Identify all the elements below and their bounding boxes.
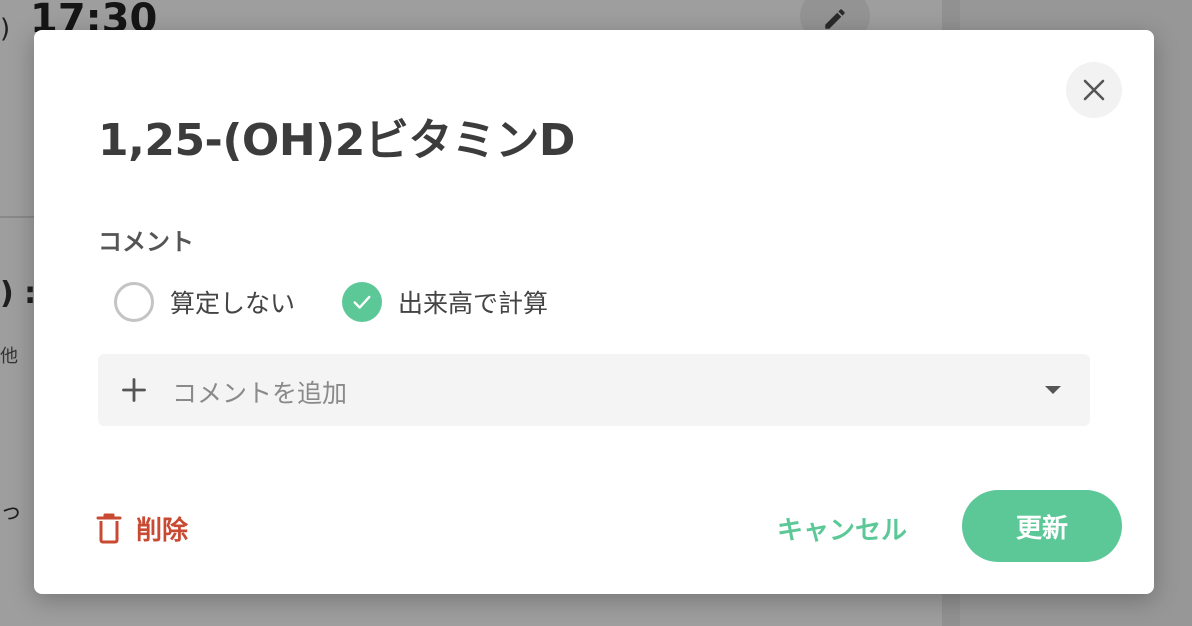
comment-dialog: 1,25-(OH)2ビタミンD コメント 算定しない 出来高で計算 コメントを追…	[34, 30, 1154, 594]
delete-label: 削除	[136, 515, 189, 546]
check-icon	[353, 295, 371, 309]
radio-unchecked[interactable]	[114, 282, 154, 322]
trash-icon	[96, 513, 122, 544]
close-icon	[1083, 79, 1105, 101]
delete-button[interactable]: 削除	[96, 506, 188, 550]
option-fee-for-service[interactable]: 出来高で計算	[342, 282, 548, 322]
option-label: 算定しない	[170, 289, 296, 318]
close-button[interactable]	[1066, 62, 1122, 118]
add-comment-placeholder: コメントを追加	[172, 379, 348, 408]
cancel-button[interactable]: キャンセル	[762, 506, 922, 550]
radio-checked[interactable]	[342, 282, 382, 322]
update-button[interactable]: 更新	[962, 490, 1122, 562]
option-label: 出来高で計算	[398, 289, 549, 318]
add-comment-select[interactable]: コメントを追加	[98, 354, 1090, 426]
plus-icon	[122, 378, 146, 402]
caret-down-icon	[1045, 386, 1061, 394]
comment-section-label: コメント	[98, 228, 194, 256]
dialog-title: 1,25-(OH)2ビタミンD	[98, 115, 575, 166]
option-no-calculation[interactable]: 算定しない	[114, 282, 295, 322]
